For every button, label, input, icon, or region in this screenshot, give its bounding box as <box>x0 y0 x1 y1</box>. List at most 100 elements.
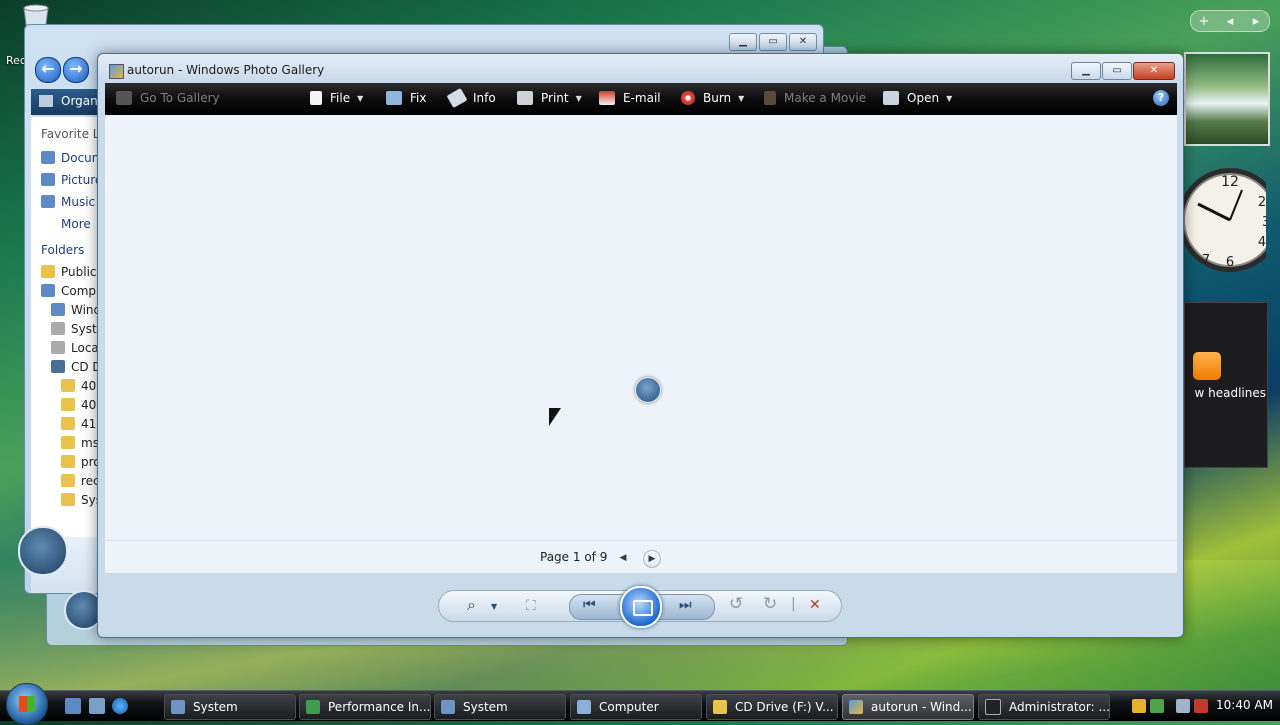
close-button[interactable]: ✕ <box>789 33 817 51</box>
tree-item[interactable]: ms <box>61 436 99 450</box>
performance-icon <box>306 700 320 714</box>
update-icon[interactable] <box>1150 699 1164 713</box>
photo-gallery-icon <box>849 700 863 714</box>
chevron-down-icon: ▼ <box>357 93 364 103</box>
taskbar-button-autorun[interactable]: autorun - Wind... <box>842 694 974 720</box>
previous-icon[interactable]: ⏮ <box>583 597 596 613</box>
maximize-button[interactable]: ▭ <box>759 33 787 51</box>
chevron-down-icon: ▼ <box>738 93 745 103</box>
nav-item-music[interactable]: Music <box>41 195 95 209</box>
viewer-controls: ⌕ ▼ ⛶ ⏮ ⏭ ↺ ↻ | ✕ <box>438 586 842 628</box>
cd-drive-icon <box>635 377 661 403</box>
svg-text:3: 3 <box>1262 215 1266 230</box>
back-arrow-icon[interactable]: ← <box>35 57 61 83</box>
taskbar-button-administrator[interactable]: Administrator: ... <box>978 694 1110 720</box>
help-icon[interactable]: ? <box>1153 90 1169 106</box>
slideshow-button[interactable] <box>620 586 662 628</box>
music-icon <box>41 195 55 208</box>
chevron-down-icon: ▼ <box>575 93 582 103</box>
open-menu[interactable]: Open ▼ <box>883 91 952 105</box>
maximize-button[interactable]: ▭ <box>1102 62 1132 80</box>
forward-arrow-icon[interactable]: → <box>63 57 89 83</box>
image-viewer-area[interactable] <box>105 115 1177 541</box>
favorite-links-heading: Favorite Li <box>41 127 103 141</box>
close-button[interactable]: ✕ <box>1133 62 1175 80</box>
tree-item[interactable]: Sys <box>61 493 102 507</box>
rotate-counterclockwise-icon[interactable]: ↺ <box>729 594 743 614</box>
taskbar-button-cd-drive[interactable]: CD Drive (F:) V... <box>706 694 838 720</box>
folder-icon <box>61 474 75 487</box>
folder-icon <box>61 398 75 411</box>
info-button[interactable]: Info <box>446 87 496 109</box>
email-icon <box>599 91 615 105</box>
system-icon <box>441 700 455 714</box>
burn-disc-icon <box>681 91 695 105</box>
make-a-movie-button[interactable]: Make a Movie <box>764 91 866 105</box>
slideshow-gadget[interactable] <box>1184 52 1270 146</box>
volume-icon[interactable] <box>1194 699 1208 713</box>
tree-item[interactable]: rec <box>61 474 100 488</box>
next-gadget-button[interactable]: ▸ <box>1243 14 1269 29</box>
tree-item[interactable]: pro <box>61 455 101 469</box>
slideshow-icon <box>633 600 653 616</box>
chevron-down-icon[interactable]: ▼ <box>491 602 497 611</box>
show-desktop-icon[interactable] <box>65 698 81 714</box>
delete-icon[interactable]: ✕ <box>809 597 821 613</box>
tree-item[interactable]: Public <box>41 265 97 279</box>
network-icon[interactable] <box>1176 699 1190 713</box>
photo-gallery-window[interactable]: autorun - Windows Photo Gallery ▁ ▭ ✕ Go… <box>97 53 1184 638</box>
documents-icon <box>41 151 55 164</box>
organize-button[interactable]: Organi <box>61 94 101 108</box>
svg-text:6: 6 <box>1226 255 1234 270</box>
drive-icon <box>51 303 65 316</box>
burn-menu[interactable]: Burn ▼ <box>681 91 744 105</box>
cd-drive-icon <box>51 360 65 373</box>
tree-item[interactable]: CD D <box>51 360 102 374</box>
rotate-clockwise-icon[interactable]: ↻ <box>763 594 777 614</box>
go-to-gallery-button[interactable]: Go To Gallery <box>116 91 220 105</box>
nav-item-more[interactable]: More <box>61 217 91 231</box>
taskbar-button-system[interactable]: System <box>164 694 296 720</box>
taskbar: System Performance In... System Computer… <box>0 683 1280 725</box>
zoom-icon[interactable]: ⌕ <box>467 595 476 615</box>
folder-icon <box>61 455 75 468</box>
taskbar-button-performance[interactable]: Performance In... <box>299 694 431 720</box>
tree-item[interactable]: Loca <box>51 341 99 355</box>
print-menu[interactable]: Print ▼ <box>517 91 582 105</box>
tree-item[interactable]: Wind <box>51 303 101 317</box>
add-gadget-button[interactable]: + <box>1191 14 1217 29</box>
nav-item-pictures[interactable]: Picture <box>41 173 102 187</box>
cd-drive-icon <box>18 526 68 576</box>
security-shield-icon[interactable] <box>1132 699 1146 713</box>
start-button[interactable] <box>6 683 48 725</box>
chevron-down-icon: ▼ <box>946 93 953 103</box>
email-button[interactable]: E-mail <box>599 91 661 105</box>
tree-item[interactable]: Comp <box>41 284 96 298</box>
next-page-icon[interactable]: ▶ <box>643 550 661 568</box>
taskbar-button-computer[interactable]: Computer <box>570 694 702 720</box>
prev-gadget-button[interactable]: ◂ <box>1217 14 1243 29</box>
previous-page-icon[interactable]: ◀ <box>615 550 631 566</box>
taskbar-button-system-2[interactable]: System <box>434 694 566 720</box>
title-bar[interactable]: autorun - Windows Photo Gallery ▁ ▭ ✕ <box>98 54 1183 84</box>
internet-explorer-icon[interactable] <box>112 698 128 714</box>
fix-button[interactable]: Fix <box>386 91 426 105</box>
next-icon[interactable]: ⏭ <box>679 597 692 613</box>
folder-icon <box>61 379 75 392</box>
file-menu[interactable]: File ▼ <box>310 91 363 105</box>
folder-icon <box>713 700 727 714</box>
minimize-button[interactable]: ▁ <box>1071 62 1101 80</box>
clock[interactable]: 10:40 AM <box>1216 698 1273 712</box>
sidebar-controls[interactable]: + ◂ ▸ <box>1190 10 1270 32</box>
clock-gadget[interactable]: 12 2 3 4 6 7 <box>1170 160 1266 280</box>
tag-icon <box>446 87 468 109</box>
switch-windows-icon[interactable] <box>89 698 105 714</box>
svg-text:7: 7 <box>1202 253 1210 268</box>
nav-item-documents[interactable]: Docun <box>41 151 99 165</box>
mouse-cursor-icon <box>549 408 561 426</box>
fit-to-window-icon[interactable]: ⛶ <box>526 598 536 614</box>
minimize-button[interactable]: ▁ <box>729 33 757 51</box>
folders-heading[interactable]: Folders <box>41 243 84 257</box>
folder-icon <box>61 436 75 449</box>
feed-headlines-gadget[interactable] <box>1184 302 1268 468</box>
